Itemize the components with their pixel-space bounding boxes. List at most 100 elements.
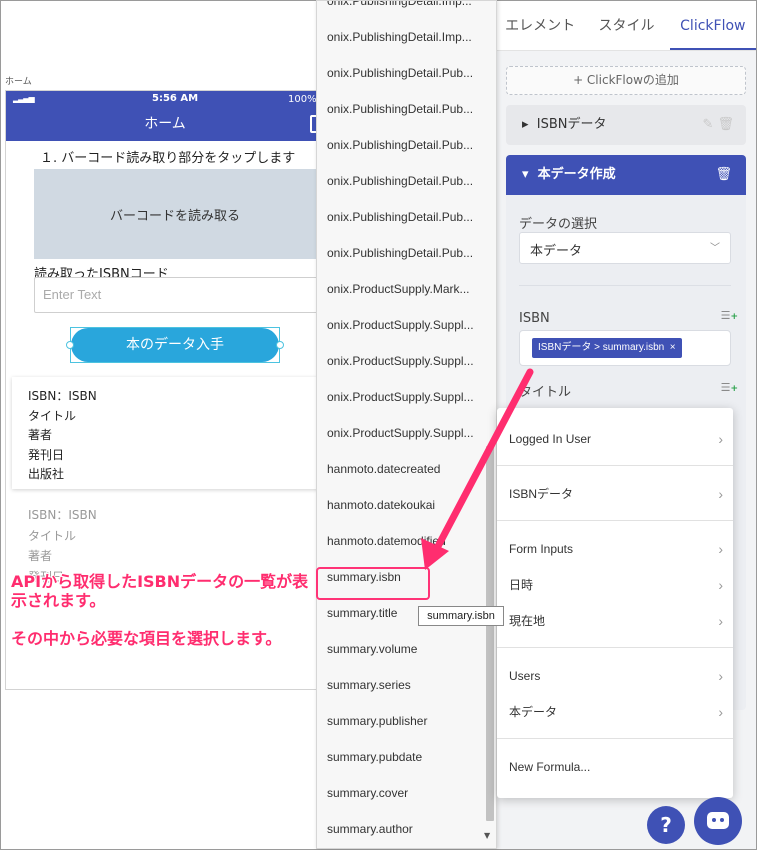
accordion-header[interactable]: ▾ 本データ作成 🗑	[506, 155, 746, 195]
help-button[interactable]: ?	[647, 806, 685, 844]
data-select[interactable]: 本データ ﹀	[519, 232, 731, 264]
robot-eye	[720, 818, 724, 822]
menu-item-logged-in-user[interactable]: Logged In User ›	[497, 421, 733, 457]
menu-label: Form Inputs	[509, 542, 574, 556]
trash-icon[interactable]: 🗑	[715, 155, 732, 195]
card-line: タイトル	[28, 408, 77, 423]
dropdown-item[interactable]: hanmoto.datecreated	[317, 451, 482, 487]
robot-eye	[712, 818, 716, 822]
card-line: ISBN：ISBN	[28, 389, 97, 403]
dropdown-item[interactable]: onix.ProductSupply.Suppl...	[317, 307, 482, 343]
menu-label: 日時	[509, 578, 534, 592]
card-line: 出版社	[28, 467, 65, 481]
caret-right-icon: ▸	[522, 117, 529, 132]
dropdown-item[interactable]: onix.PublishingDetail.Pub...	[317, 199, 482, 235]
dropdown-list: onix.PublishingDetail.Imp... onix.Publish…	[317, 1, 482, 847]
data-source-menu: Logged In User › ISBNデータ › Form Inputs › 日時…	[497, 408, 733, 798]
chevron-right-icon: ›	[718, 541, 723, 557]
get-book-data-button[interactable]: 本のデータ入手	[71, 328, 279, 362]
dropdown-item[interactable]: summary.series	[317, 667, 482, 703]
divider	[519, 285, 731, 286]
card-line: 著者	[28, 428, 53, 442]
dropdown-item[interactable]: hanmoto.datekoukai	[317, 487, 482, 523]
chevron-right-icon: ›	[718, 577, 723, 593]
signal-icon: ▂▃▄▅	[13, 94, 35, 103]
dropdown-item[interactable]: summary.volume	[317, 631, 482, 667]
resize-handle-left[interactable]	[66, 341, 74, 349]
dropdown-scrollbar[interactable]: ▼	[482, 1, 496, 848]
accordion-title: ISBNデータ	[536, 117, 607, 132]
dropdown-item[interactable]: onix.PublishingDetail.Pub...	[317, 91, 482, 127]
accordion-isbn-data[interactable]: ▸ ISBNデータ ✎ 🗑	[506, 105, 746, 145]
card-line: 著者	[28, 549, 53, 563]
annotation-callout: APIから取得したISBNデータの一覧が表示されます。 その中から必要な項目を選…	[11, 572, 311, 667]
dropdown-item[interactable]: onix.PublishingDetail.Pub...	[317, 127, 482, 163]
scroll-down-icon[interactable]: ▼	[484, 831, 490, 840]
title-label: タイトル	[519, 385, 572, 400]
chatbot-button[interactable]	[694, 797, 742, 845]
menu-item-datetime[interactable]: 日時 ›	[497, 567, 733, 603]
screen-label: ホーム	[5, 77, 32, 87]
tooltip: summary.isbn	[418, 606, 504, 626]
divider	[497, 520, 733, 521]
menu-label: Logged In User	[509, 432, 592, 446]
step-text: １. バーコード読み取り部分をタップします	[40, 151, 296, 166]
book-info-card: ISBN：ISBN タイトル 著者 発刊日 出版社	[12, 377, 324, 489]
dropdown-item[interactable]: summary.cover	[317, 775, 482, 811]
menu-item-isbn-data[interactable]: ISBNデータ ›	[497, 476, 733, 512]
menu-item-form-inputs[interactable]: Form Inputs ›	[497, 531, 733, 567]
chevron-right-icon: ›	[718, 668, 723, 684]
battery-text: 100%	[288, 94, 317, 105]
edit-delete-icons[interactable]: ✎ 🗑	[702, 105, 734, 145]
card-line: 発刊日	[28, 447, 65, 462]
divider	[497, 465, 733, 466]
dropdown-item[interactable]: onix.ProductSupply.Suppl...	[317, 343, 482, 379]
status-time: 5:56 AM	[152, 93, 199, 104]
add-field-icon[interactable]: ☰+	[721, 309, 738, 322]
dropdown-item[interactable]: onix.PublishingDetail.Imp...	[317, 1, 482, 19]
dropdown-item[interactable]: onix.PublishingDetail.Imp...	[317, 19, 482, 55]
tab-style[interactable]: スタイル	[583, 1, 669, 50]
menu-item-book-data[interactable]: 本データ ›	[497, 694, 733, 730]
menu-label: ISBNデータ	[509, 487, 574, 501]
dropdown-item[interactable]: summary.pubdate	[317, 739, 482, 775]
card-line: ISBN：ISBN	[28, 508, 97, 522]
menu-item-users[interactable]: Users ›	[497, 658, 733, 694]
highlight-box	[316, 567, 430, 600]
dropdown-item[interactable]: onix.PublishingDetail.Pub...	[317, 235, 482, 271]
tab-clickflow[interactable]: ClickFlow	[669, 1, 756, 50]
dropdown-item[interactable]: onix.PublishingDetail.Pub...	[317, 55, 482, 91]
isbn-chip[interactable]: ISBNデータ > summary.isbn ×	[532, 338, 682, 358]
dropdown-item[interactable]: onix.ProductSupply.Mark...	[317, 271, 482, 307]
chevron-right-icon: ›	[718, 704, 723, 720]
chevron-right-icon: ›	[718, 486, 723, 502]
isbn-label: ISBN	[519, 311, 550, 326]
chip-label: ISBNデータ > summary.isbn	[538, 342, 665, 353]
dropdown-item[interactable]: hanmoto.datemodified	[317, 523, 482, 559]
dropdown-item[interactable]: onix.ProductSupply.Suppl...	[317, 379, 482, 415]
tab-element[interactable]: エレメント	[497, 1, 583, 50]
add-clickflow-button[interactable]: + ClickFlowの追加	[506, 66, 746, 95]
robot-icon	[707, 812, 729, 829]
scan-label: バーコードを読み取る	[109, 208, 240, 224]
add-field-icon[interactable]: ☰+	[721, 381, 738, 394]
chevron-right-icon: ›	[718, 613, 723, 629]
dropdown-item[interactable]: summary.publisher	[317, 703, 482, 739]
menu-item-new-formula[interactable]: New Formula...	[497, 749, 733, 785]
scrollbar-thumb[interactable]	[486, 446, 494, 821]
dropdown-item[interactable]: summary.author	[317, 811, 482, 847]
callout-line-1: APIから取得したISBNデータの一覧が表示されます。	[11, 572, 309, 610]
close-icon[interactable]: ×	[667, 342, 676, 353]
dropdown-item[interactable]: onix.ProductSupply.Suppl...	[317, 415, 482, 451]
barcode-scan-area[interactable]: バーコードを読み取る	[34, 169, 316, 259]
field-dropdown[interactable]: onix.PublishingDetail.Imp... onix.Publish…	[316, 0, 497, 849]
chevron-down-icon: ﹀	[710, 243, 720, 254]
dropdown-item[interactable]: onix.PublishingDetail.Pub...	[317, 163, 482, 199]
divider	[497, 738, 733, 739]
app-header: ホーム	[6, 109, 324, 141]
isbn-text-input[interactable]: Enter Text	[34, 277, 320, 313]
card-line: タイトル	[28, 528, 77, 543]
chevron-right-icon: ›	[718, 431, 723, 447]
menu-item-location[interactable]: 現在地 ›	[497, 603, 733, 639]
resize-handle-right[interactable]	[276, 341, 284, 349]
